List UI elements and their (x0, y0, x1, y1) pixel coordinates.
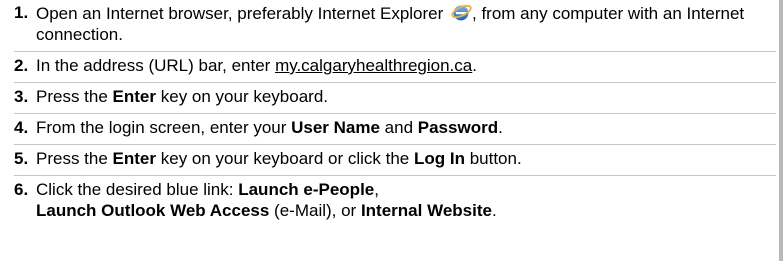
step-text: Open an Internet browser, preferably Int… (36, 4, 449, 23)
launch-outlook-web-access-link: Launch Outlook Web Access (36, 201, 270, 220)
url-link[interactable]: my.calgaryhealthregion.ca (275, 56, 472, 75)
step-number: 3. (14, 87, 29, 106)
step-3: 3. Press the Enter key on your keyboard. (14, 83, 776, 114)
step-number: 1. (14, 3, 29, 22)
log-in-button-label: Log In (413, 149, 465, 168)
step-text: Click the desired blue link: (36, 180, 239, 199)
step-number: 5. (14, 149, 29, 168)
step-6: 6. Click the desired blue link: Launch e… (14, 176, 776, 227)
step-text: In the address (URL) bar, enter (36, 56, 276, 75)
step-text: and (379, 118, 418, 137)
launch-e-people-link: Launch e-People (238, 180, 375, 199)
step-text: key on your keyboard. (156, 87, 328, 106)
password-label: Password (417, 118, 499, 137)
step-text: From the login screen, enter your (36, 118, 292, 137)
enter-key-label: Enter (112, 87, 157, 106)
user-name-label: User Name (291, 118, 380, 137)
internal-website-link: Internal Website (360, 201, 492, 220)
step-number: 2. (14, 56, 29, 75)
instruction-list: 1. Open an Internet browser, preferably … (14, 0, 776, 227)
step-text: Press the (36, 87, 113, 106)
step-text: . (498, 118, 503, 137)
step-text: key on your keyboard or click the (156, 149, 414, 168)
step-text: button. (464, 149, 522, 168)
step-4: 4. From the login screen, enter your Use… (14, 114, 776, 145)
step-number: 6. (14, 180, 29, 199)
step-text: Press the (36, 149, 113, 168)
step-number: 4. (14, 118, 29, 137)
step-1: 1. Open an Internet browser, preferably … (14, 0, 776, 52)
internet-explorer-icon (450, 2, 472, 22)
step-text: . (472, 56, 477, 75)
enter-key-label: Enter (112, 149, 157, 168)
step-text: (e-Mail), or (269, 201, 361, 220)
step-5: 5. Press the Enter key on your keyboard … (14, 145, 776, 176)
step-text: , (374, 180, 379, 199)
right-edge-rule (779, 0, 783, 261)
step-2: 2. In the address (URL) bar, enter my.ca… (14, 52, 776, 83)
step-text: . (491, 201, 497, 220)
